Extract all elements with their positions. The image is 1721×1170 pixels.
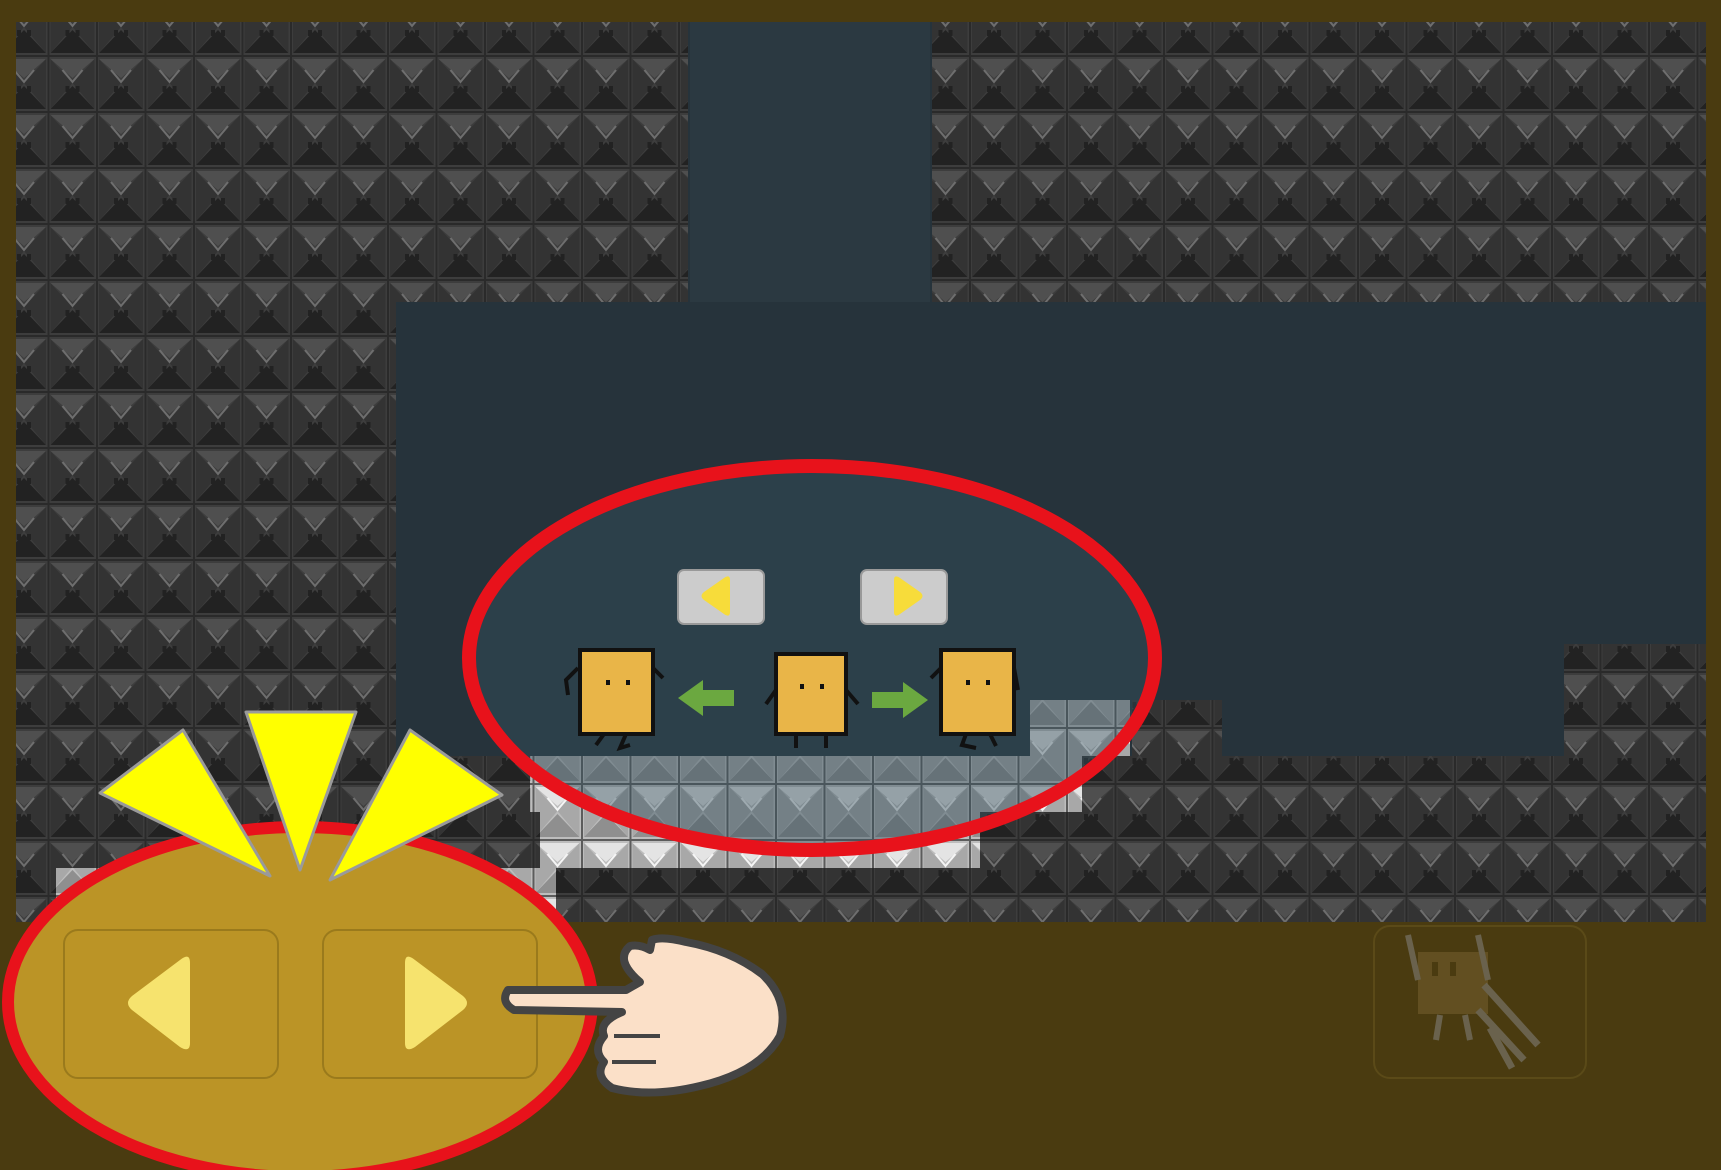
- sky-haze: [690, 22, 930, 302]
- tutorial-mini-left-button: [677, 569, 765, 625]
- left-control-button[interactable]: [63, 929, 279, 1079]
- tutorial-demo: [462, 459, 1162, 857]
- character-right-position: [929, 648, 1020, 750]
- character-center-position: [764, 652, 860, 748]
- tutorial-mini-right-button: [860, 569, 948, 625]
- game-scene: [0, 22, 1721, 1170]
- game-screen: [0, 0, 1721, 1170]
- character-left-position: [563, 648, 665, 752]
